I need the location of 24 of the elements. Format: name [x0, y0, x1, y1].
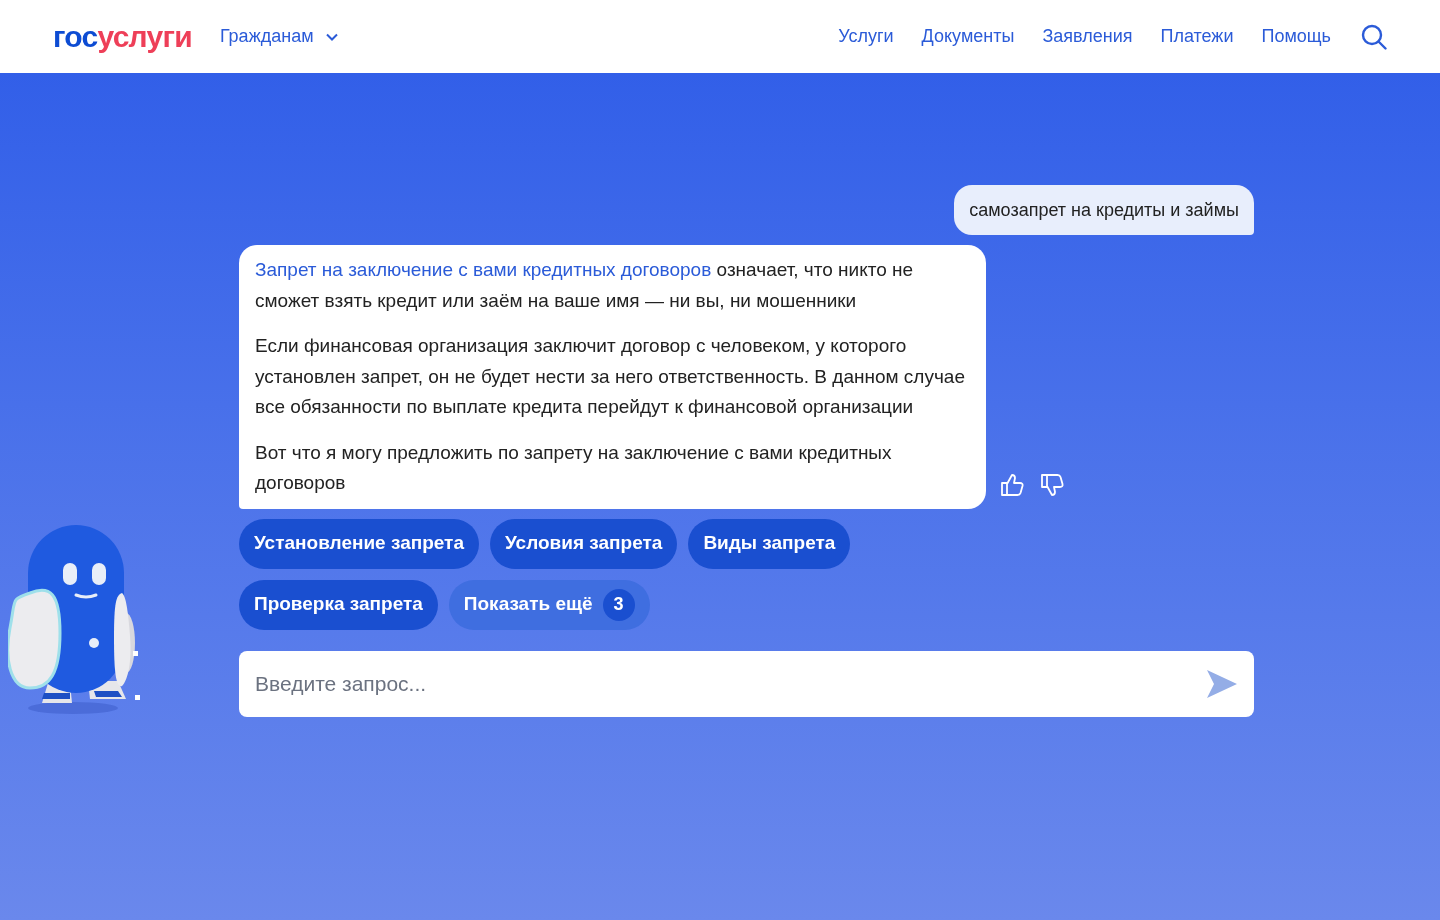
nav-link[interactable]: Помощь [1261, 23, 1331, 50]
nav-link[interactable]: Услуги [838, 23, 894, 50]
nav-link[interactable]: Документы [921, 23, 1015, 50]
nav-link[interactable]: Платежи [1160, 23, 1234, 50]
search-icon[interactable] [1361, 23, 1387, 50]
user-message: самозапрет на кредиты и займы [954, 185, 1254, 235]
message-paragraph: Запрет на заключение с вами кредитных договоров означает, что никто не сможет взять кредит или заём на ваше имя — ни вы, ни мошенники [255, 258, 915, 313]
message-paragraph: Если финансовая организация заключит договор с человеком, у которого установлен запрет, он не будет нести за него ответственность. В данном случае все обязанности по выплате кредита перейдут к финансовой организации [255, 334, 966, 419]
audience-menu[interactable]: Гражданам [219, 23, 338, 50]
suggestion-chip[interactable]: Проверка запрета [239, 579, 438, 630]
logo[interactable]: госуслуги [53, 21, 192, 52]
suggestion-chip[interactable]: Установление запрета [239, 518, 479, 569]
caret-icon [325, 32, 338, 41]
thumbs-down-icon[interactable] [1040, 472, 1064, 497]
text-link[interactable]: Запрет на заключение с вами кредитных договоров [255, 259, 712, 280]
message-paragraph: Вот что я могу предложить по запрету на заключение с вами кредитных договоров [255, 440, 893, 495]
query-input[interactable]: Введите запрос... [239, 650, 1254, 717]
thumbs-up-icon[interactable] [1000, 472, 1024, 497]
suggestion-chip[interactable]: Виды запрета [688, 518, 851, 569]
show-more-button[interactable]: Показать ещё 3 [448, 579, 650, 630]
nav-link[interactable]: Заявления [1042, 23, 1133, 50]
count-badge: 3 [602, 588, 635, 621]
send-icon[interactable] [1206, 668, 1238, 699]
suggestion-chip[interactable]: Условия запрета [490, 518, 678, 569]
